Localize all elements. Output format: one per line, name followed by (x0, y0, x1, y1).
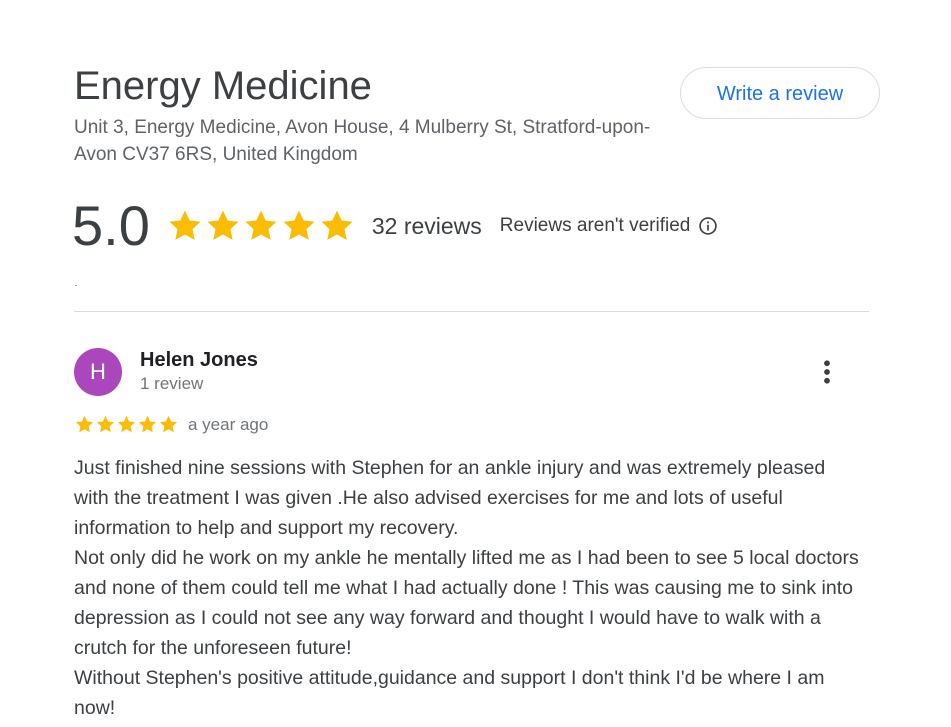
divider-dot (75, 285, 77, 286)
write-review-button[interactable]: Write a review (680, 67, 880, 119)
business-name: Energy Medicine (74, 64, 372, 108)
review-text: Just finished nine sessions with Stephen… (74, 453, 864, 723)
star-icon (283, 210, 315, 240)
review-paragraph: Just finished nine sessions with Stephen… (74, 457, 826, 539)
section-divider (74, 311, 869, 312)
reviews-page: Energy Medicine Unit 3, Energy Medicine,… (0, 0, 951, 727)
star-icon (245, 210, 277, 240)
info-icon[interactable] (698, 216, 718, 236)
star-icon (117, 415, 136, 433)
review-time: a year ago (188, 415, 269, 434)
star-icon (75, 415, 94, 433)
star-icon (321, 210, 353, 240)
reviewer-review-count: 1 review (140, 374, 204, 393)
star-icon (96, 415, 115, 433)
business-address: Unit 3, Energy Medicine, Avon House, 4 M… (74, 117, 651, 165)
star-icon (159, 415, 178, 433)
star-icon (169, 210, 201, 240)
more-options-button[interactable] (810, 355, 844, 389)
verification-note: Reviews aren't verified (499, 215, 691, 236)
avatar[interactable]: H (74, 348, 122, 396)
review-paragraph: Not only did he work on my ankle he ment… (74, 547, 859, 659)
average-rating: 5.0 (72, 194, 150, 257)
star-icon (138, 415, 157, 433)
review-stars (74, 414, 179, 435)
average-rating-stars (166, 207, 356, 245)
review-paragraph: Without Stephen's positive attitude,guid… (74, 667, 825, 719)
rating-summary: 5.0 32 reviews Reviews aren't verified (72, 194, 718, 258)
more-vert-icon (824, 360, 830, 384)
reviewer-name[interactable]: Helen Jones (140, 348, 258, 372)
review-count-link[interactable]: 32 reviews (372, 213, 482, 240)
star-icon (207, 210, 239, 240)
